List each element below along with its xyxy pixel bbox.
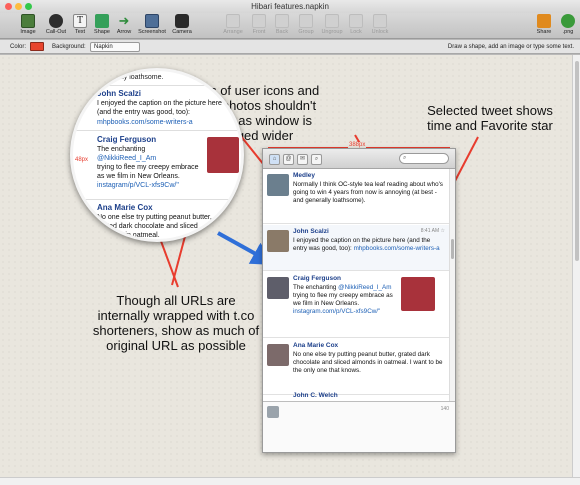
favorite-star-icon[interactable]: ☆ xyxy=(441,228,445,234)
tweet-avatar[interactable] xyxy=(267,277,289,299)
tweet-body: The enchanting @NikkiReed_I_Am trying to… xyxy=(293,284,393,315)
toolbar: Image Call-Out T Text Shape ➜ Arrow Screen… xyxy=(0,13,580,39)
minimize-window-button[interactable] xyxy=(15,3,22,10)
tweet-item[interactable]: Craig Ferguson The enchanting @NikkiReed… xyxy=(263,272,449,338)
toolbar-camera-button[interactable]: Camera xyxy=(166,14,198,35)
tweet-author[interactable]: Craig Ferguson xyxy=(293,275,341,282)
toolbar-screenshot-button[interactable]: Screenshot xyxy=(136,14,168,35)
hibari-search-field[interactable]: ⌕ xyxy=(399,153,449,164)
tweet-avatar[interactable] xyxy=(267,174,289,196)
magnifier-snippet: e generally loathsome. xyxy=(93,74,164,81)
image-icon xyxy=(21,14,35,28)
messages-tab-icon[interactable]: ✉ xyxy=(297,154,308,165)
magnifier-tweet-name[interactable]: Craig Ferguson xyxy=(97,135,156,144)
share-icon xyxy=(537,14,551,28)
search-icon: ⌕ xyxy=(403,155,407,161)
magnifier-separator xyxy=(73,199,241,200)
compose-avatar xyxy=(267,406,279,418)
tweet-body: I enjoyed the caption on the picture her… xyxy=(293,237,440,252)
close-window-button[interactable] xyxy=(5,3,12,10)
hibari-window[interactable]: ⌂ @ ✉ ⌕ ⌕ Medley Normally I think OC-sty… xyxy=(262,148,456,453)
options-bar: Color: Background: Napkin Draw a shape, … xyxy=(0,40,580,54)
camera-icon xyxy=(175,14,189,28)
background-select[interactable]: Napkin xyxy=(90,42,140,52)
zoom-window-button[interactable] xyxy=(25,3,32,10)
tweet-inline-photo[interactable] xyxy=(401,277,435,311)
mentions-tab-icon[interactable]: @ xyxy=(283,154,294,165)
color-label: Color: xyxy=(10,44,27,50)
color-swatch[interactable] xyxy=(30,42,44,51)
tweet-author[interactable]: John Scalzi xyxy=(293,228,329,235)
tweet-author[interactable]: John C. Welch xyxy=(293,392,338,399)
magnifier-tweet-name[interactable]: John Scalzi xyxy=(97,89,141,98)
hibari-toolbar: ⌂ @ ✉ ⌕ ⌕ xyxy=(263,149,455,169)
window-title: Hibari features.napkin xyxy=(251,2,329,11)
hibari-scrollbar[interactable] xyxy=(449,169,455,401)
tweet-timestamp: 8:41 AM ☆ xyxy=(420,228,445,234)
tweet-body: No one else try putting peanut butter, g… xyxy=(293,351,443,374)
export-png-icon xyxy=(561,14,575,28)
magnifier-width-marker: 48px xyxy=(75,157,89,163)
magnifier-separator xyxy=(73,85,241,86)
tweet-avatar[interactable] xyxy=(267,344,289,366)
text-icon: T xyxy=(73,14,87,28)
home-tab-icon[interactable]: ⌂ xyxy=(269,154,280,165)
magnifier-tweet-text: trying to flee my creepy embrace as we f… xyxy=(97,164,199,180)
magnifier-tweet-text: The enchanting xyxy=(97,146,146,153)
background-label: Background: xyxy=(52,44,86,50)
magnifier-inline-photo[interactable] xyxy=(207,137,239,173)
status-hint: Draw a shape, add an image or type some … xyxy=(447,44,574,50)
tweet-body: Normally I think OC-style tea leaf readi… xyxy=(293,181,443,204)
toolbar-unlock-button[interactable]: Unlock xyxy=(364,14,396,35)
lock-icon xyxy=(349,14,363,28)
arrow-icon: ➜ xyxy=(118,13,130,28)
search-tab-icon[interactable]: ⌕ xyxy=(311,154,322,165)
tweet-avatar[interactable] xyxy=(267,230,289,252)
tweet-item[interactable]: Medley Normally I think OC-style tea lea… xyxy=(263,169,449,224)
compose-area[interactable]: 140 xyxy=(263,401,455,452)
back-icon xyxy=(275,14,289,28)
magnifier-tweet-text: I enjoyed the caption on the picture her… xyxy=(97,100,222,116)
tweet-author[interactable]: Medley xyxy=(293,172,315,179)
magnifier-tweet-name[interactable]: Ana Marie Cox xyxy=(97,203,153,212)
ungroup-icon xyxy=(325,14,339,28)
toolbar-png-button[interactable]: .png xyxy=(552,14,580,35)
screenshot-icon xyxy=(145,14,159,28)
magnifier-tweet-url[interactable]: mhpbooks.com/some-writers-a xyxy=(97,118,193,127)
vertical-scrollbar[interactable] xyxy=(572,55,580,477)
magnifier-tweet-text: No one else try putting peanut butter, g… xyxy=(97,214,212,239)
shape-icon xyxy=(95,14,109,28)
magnifier-tweet-url[interactable]: instagram/p/VCL-xfs9Cw/" xyxy=(97,181,197,190)
tweet-link[interactable]: instagram.com/p/VCL-xfs9Cw/" xyxy=(293,308,380,315)
unlock-icon xyxy=(373,14,387,28)
title-bar: Hibari features.napkin xyxy=(0,0,580,13)
tweet-author[interactable]: Ana Marie Cox xyxy=(293,342,338,349)
horizontal-scrollbar[interactable] xyxy=(0,477,580,485)
magnifier-separator xyxy=(73,130,241,131)
character-count: 140 xyxy=(440,406,449,412)
tweet-item[interactable]: Ana Marie Cox No one else try putting pe… xyxy=(263,339,449,395)
magnifier-tweet-mention[interactable]: @NikkiReed_I_Am xyxy=(97,154,156,163)
tweet-link[interactable]: mhpbooks.com/some-writers-a xyxy=(354,245,440,252)
magnifier-lens[interactable]: e generally loathsome. John Scalzi I enj… xyxy=(70,68,244,242)
callout-icon xyxy=(49,14,63,28)
group-icon xyxy=(299,14,313,28)
vertical-scroll-thumb[interactable] xyxy=(575,61,579,261)
tweet-mention[interactable]: @NikkiReed_I_Am xyxy=(338,284,391,291)
front-icon xyxy=(252,14,266,28)
hibari-scroll-thumb[interactable] xyxy=(451,239,454,259)
tweet-item-selected[interactable]: John Scalzi 8:41 AM ☆ I enjoyed the capt… xyxy=(263,225,449,271)
arrange-icon xyxy=(226,14,240,28)
